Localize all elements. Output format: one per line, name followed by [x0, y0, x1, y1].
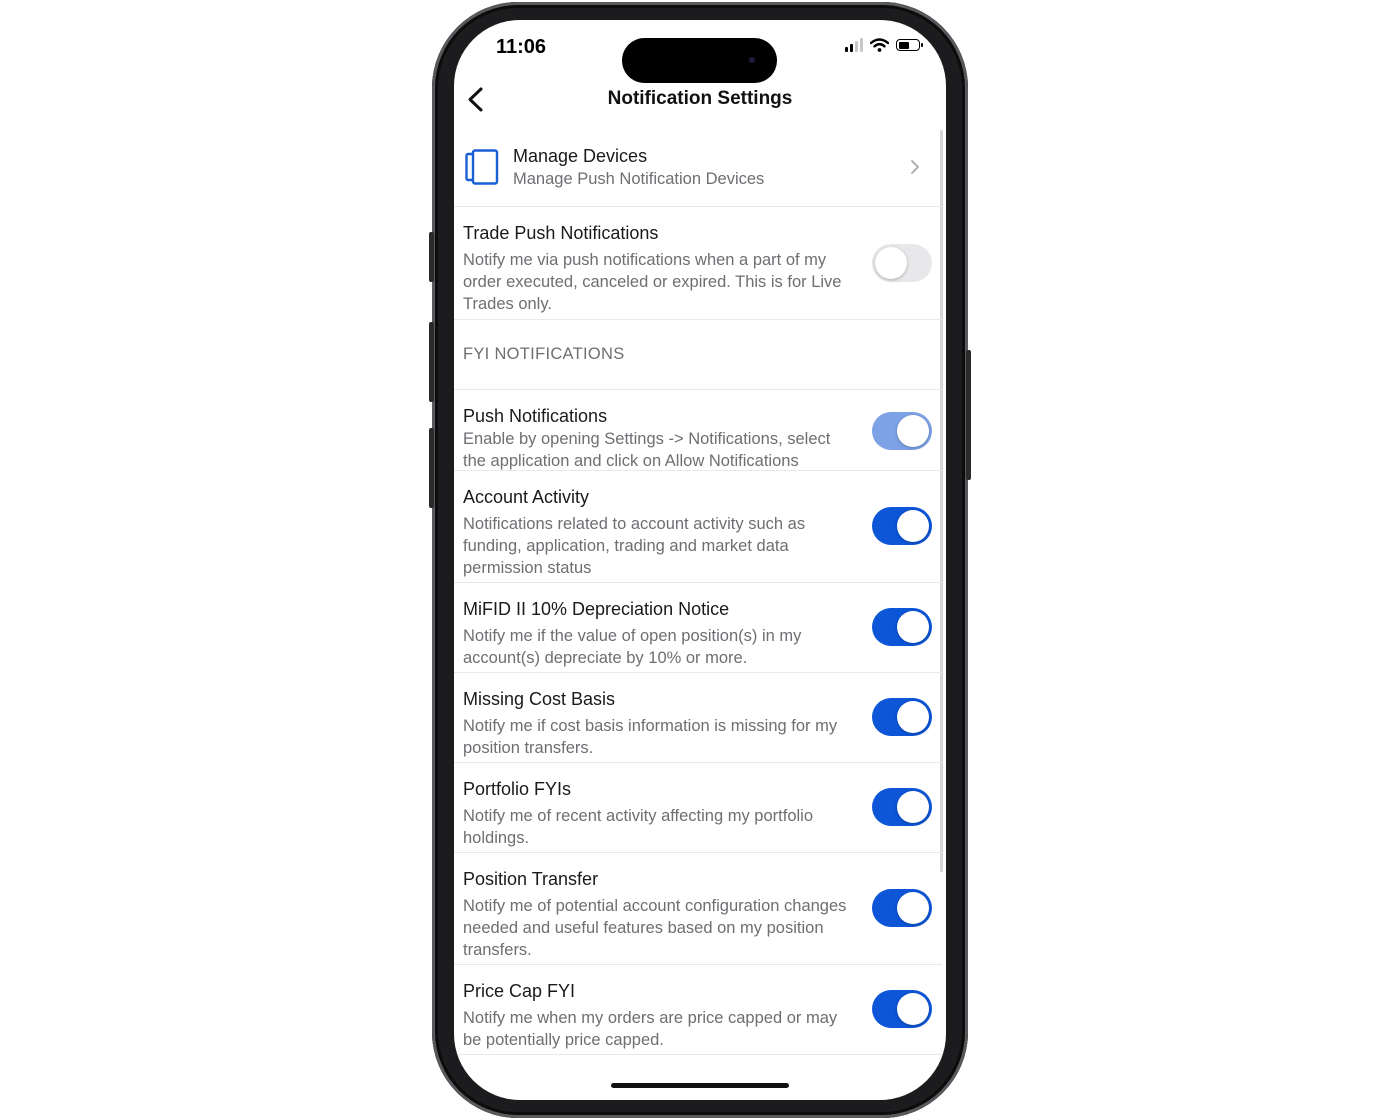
mifid-notice-row: MiFID II 10% Depreciation Notice Notify … [454, 583, 942, 673]
devices-icon [465, 149, 499, 185]
setting-title: Push Notifications [463, 406, 608, 426]
setting-title: Missing Cost Basis [463, 689, 616, 709]
trade-push-description: Notify me via push notifications when a … [463, 251, 842, 313]
account-activity-row: Account Activity Notifications related t… [454, 471, 942, 583]
status-time: 11:06 [496, 36, 547, 58]
setting-description: Enable by opening Settings -> Notificati… [463, 430, 831, 470]
push-notifications-toggle[interactable] [872, 412, 932, 450]
position-transfer-row: Position Transfer Notify me of potential… [454, 853, 942, 965]
fyi-section-header: FYI NOTIFICATIONS [454, 320, 942, 390]
volume-up-button [429, 322, 434, 402]
push-notifications-row: Push Notifications Enable by opening Set… [454, 390, 942, 471]
missing-cost-basis-row: Missing Cost Basis Notify me if cost bas… [454, 673, 942, 763]
setting-title: MiFID II 10% Depreciation Notice [463, 599, 730, 619]
dynamic-island [622, 38, 777, 83]
home-indicator[interactable] [611, 1083, 789, 1088]
mifid-notice-toggle[interactable] [872, 608, 932, 646]
setting-description: Notify me of potential account configura… [463, 897, 847, 959]
setting-description: Notify me if the value of open position(… [463, 627, 802, 667]
trade-push-title: Trade Push Notifications [463, 223, 659, 243]
page-title: Notification Settings [607, 88, 793, 109]
setting-description: Notify me if cost basis information is m… [463, 717, 838, 757]
app-screen: 11:06 Notification Settings Manage Devic… [454, 20, 946, 1100]
setting-description: Notifications related to account activit… [463, 515, 806, 577]
camera-dot [749, 57, 755, 63]
trade-push-toggle[interactable] [872, 244, 932, 282]
missing-cost-basis-toggle[interactable] [872, 698, 932, 736]
position-transfer-toggle[interactable] [872, 889, 932, 927]
battery-icon [896, 39, 923, 51]
portfolio-fyis-toggle[interactable] [872, 788, 932, 826]
setting-title: Price Cap FYI [463, 981, 576, 1001]
action-button [429, 232, 434, 282]
chevron-right-icon [911, 160, 919, 174]
setting-title: Account Activity [463, 487, 590, 507]
volume-down-button [429, 428, 434, 508]
account-activity-toggle[interactable] [872, 507, 932, 545]
settings-list: Manage Devices Manage Push Notification … [454, 132, 942, 1055]
cellular-signal-icon [845, 38, 863, 52]
setting-description: Notify me of recent activity affecting m… [463, 807, 814, 847]
manage-devices-subtitle: Manage Push Notification Devices [513, 170, 765, 188]
power-button [966, 350, 971, 480]
manage-devices-title: Manage Devices [513, 146, 648, 166]
portfolio-fyis-row: Portfolio FYIs Notify me of recent activ… [454, 763, 942, 853]
price-cap-toggle[interactable] [872, 990, 932, 1028]
wifi-icon [870, 38, 889, 52]
manage-devices-row[interactable]: Manage Devices Manage Push Notification … [454, 132, 942, 207]
trade-push-row: Trade Push Notifications Notify me via p… [454, 207, 942, 320]
navigation-bar: Notification Settings [454, 78, 946, 122]
setting-title: Position Transfer [463, 869, 599, 889]
setting-description: Notify me when my orders are price cappe… [463, 1009, 838, 1049]
setting-title: Portfolio FYIs [463, 779, 572, 799]
status-icons [845, 38, 923, 52]
price-cap-row: Price Cap FYI Notify me when my orders a… [454, 965, 942, 1055]
section-header-label: FYI NOTIFICATIONS [463, 345, 625, 363]
